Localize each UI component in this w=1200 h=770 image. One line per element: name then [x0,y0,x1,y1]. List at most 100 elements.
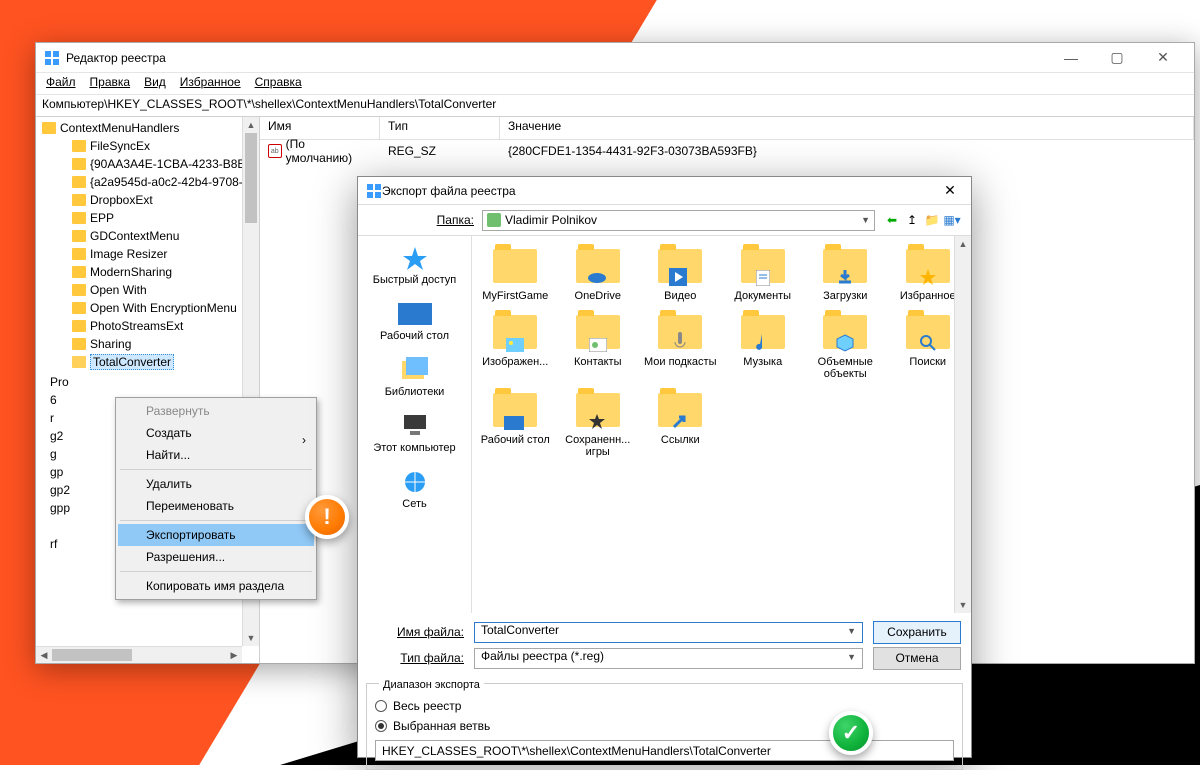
file-item[interactable]: Музыка [724,312,803,380]
tree-root-item[interactable]: ContextMenuHandlers [36,119,259,137]
col-type[interactable]: Тип [380,117,500,139]
ctxmenu-item: Развернуть [118,400,314,422]
file-item[interactable]: Ссылки [641,390,720,458]
tree-item[interactable]: FileSyncEx [36,137,259,155]
minimize-button[interactable]: ― [1048,43,1094,72]
titlebar[interactable]: Редактор реестра ― ▢ ✕ [36,43,1194,73]
menu-help[interactable]: Справка [249,73,308,94]
folder-icon [575,390,621,430]
place-item[interactable]: Сеть [362,466,467,518]
tree-scrollbar-h[interactable]: ◀ ▶ [36,646,242,663]
tree-item[interactable]: {90AA3A4E-1CBA-4233-B8BB- [36,155,259,173]
ctxmenu-item[interactable]: Удалить [118,473,314,495]
file-item[interactable]: Загрузки [806,246,885,302]
address-bar[interactable]: Компьютер\HKEY_CLASSES_ROOT\*\shellex\Co… [36,95,1194,117]
place-item[interactable]: Этот компьютер [362,410,467,462]
filename-input[interactable]: TotalConverter ▼ [474,622,863,643]
menu-fav[interactable]: Избранное [174,73,247,94]
menu-edit[interactable]: Правка [84,73,137,94]
file-item[interactable]: Объемные объекты [806,312,885,380]
scroll-up-icon[interactable]: ▲ [243,117,259,133]
context-menu: РазвернутьСоздатьНайти... УдалитьПереимен… [115,397,317,600]
folder-icon [740,246,786,286]
scroll-right-icon[interactable]: ▶ [226,647,242,663]
file-item[interactable]: Изображен... [476,312,555,380]
col-name[interactable]: Имя [260,117,380,139]
ctxmenu-item[interactable]: Копировать имя раздела [118,575,314,597]
maximize-button[interactable]: ▢ [1094,43,1140,72]
up-icon[interactable]: ↥ [903,211,921,229]
attention-marker-icon: ! [305,495,349,539]
filetype-dropdown[interactable]: Файлы реестра (*.reg) ▼ [474,648,863,669]
files-view[interactable]: MyFirstGameOneDriveВидеоДокументыЗагрузк… [472,236,971,613]
places-bar: Быстрый доступРабочий столБиблиотекиЭтот… [358,236,472,613]
place-icon [398,468,432,496]
menu-view[interactable]: Вид [138,73,172,94]
file-item[interactable]: Видео [641,246,720,302]
ctxmenu-item[interactable]: Создать [118,422,314,444]
file-item[interactable]: OneDrive [559,246,638,302]
save-button[interactable]: Сохранить [873,621,961,644]
ctxmenu-item[interactable]: Найти... [118,444,314,466]
tree-item[interactable]: GDContextMenu [36,227,259,245]
tree-item[interactable]: ModernSharing [36,263,259,281]
files-scrollbar[interactable]: ▲ ▼ [954,236,971,613]
dialog-title: Экспорт файла реестра [382,184,937,198]
chevron-down-icon[interactable]: ▼ [847,626,856,636]
tree-item[interactable]: EPP [36,209,259,227]
place-item[interactable]: Быстрый доступ [362,242,467,294]
view-menu-icon[interactable]: ▦▾ [943,211,961,229]
ctxmenu-item[interactable]: Экспортировать [118,524,314,546]
menu-file[interactable]: Файл [40,73,82,94]
export-range-legend: Диапазон экспорта [379,679,484,691]
file-item[interactable]: Контакты [559,312,638,380]
ctxmenu-item[interactable]: Разрешения... [118,546,314,568]
folder-icon [492,312,538,352]
ctxmenu-item[interactable]: Переименовать [118,495,314,517]
tree-item[interactable]: Open With EncryptionMenu [36,299,259,317]
cancel-button[interactable]: Отмена [873,647,961,670]
regedit-icon [366,183,382,199]
tree-item[interactable]: Pro [46,373,259,391]
tree-item[interactable]: Sharing [36,335,259,353]
file-item[interactable]: MyFirstGame [476,246,555,302]
scroll-left-icon[interactable]: ◀ [36,647,52,663]
close-button[interactable]: ✕ [1140,43,1186,72]
file-item[interactable]: Мои подкасты [641,312,720,380]
dialog-close-button[interactable]: ✕ [937,182,963,199]
scroll-thumb-h[interactable] [52,649,132,661]
folder-icon [657,390,703,430]
tree-item[interactable]: TotalConverter [36,353,259,371]
tree-item[interactable]: {a2a9545d-a0c2-42b4-9708-a0 [36,173,259,191]
scroll-down-icon[interactable]: ▼ [243,630,259,646]
chevron-down-icon[interactable]: ▼ [847,652,856,662]
scroll-up-icon[interactable]: ▲ [955,236,971,252]
col-data[interactable]: Значение [500,117,1194,139]
dialog-toolbar: Папка: Vladimir Polnikov ▼ ⬅ ↥ 📁 ▦▾ [358,205,971,235]
values-header: Имя Тип Значение [260,117,1194,140]
dialog-titlebar[interactable]: Экспорт файла реестра ✕ [358,177,971,205]
tree-item[interactable]: Image Resizer [36,245,259,263]
user-folder-icon [487,213,501,227]
back-icon[interactable]: ⬅ [883,211,901,229]
folder-icon [905,246,951,286]
file-item[interactable]: Документы [724,246,803,302]
new-folder-icon[interactable]: 📁 [923,211,941,229]
file-item[interactable]: Сохраненн... игры [559,390,638,458]
filetype-label: Тип файла: [368,651,474,665]
scroll-down-icon[interactable]: ▼ [955,597,971,613]
place-item[interactable]: Рабочий стол [362,298,467,350]
folder-icon [575,246,621,286]
value-row[interactable]: ab (По умолчанию) REG_SZ {280CFDE1-1354-… [260,140,1194,162]
tree-item[interactable]: Open With [36,281,259,299]
export-dialog: Экспорт файла реестра ✕ Папка: Vladimir … [357,176,972,758]
tree-item[interactable]: DropboxExt [36,191,259,209]
export-range-group: Диапазон экспорта Весь реестр Выбранная … [366,683,963,770]
place-item[interactable]: Библиотеки [362,354,467,406]
radio-all[interactable]: Весь реестр [375,696,954,716]
file-item[interactable]: Рабочий стол [476,390,555,458]
tree-item[interactable]: PhotoStreamsExt [36,317,259,335]
folder-dropdown[interactable]: Vladimir Polnikov ▼ [482,210,875,231]
scroll-thumb[interactable] [245,133,257,223]
chevron-down-icon: ▼ [861,215,870,225]
